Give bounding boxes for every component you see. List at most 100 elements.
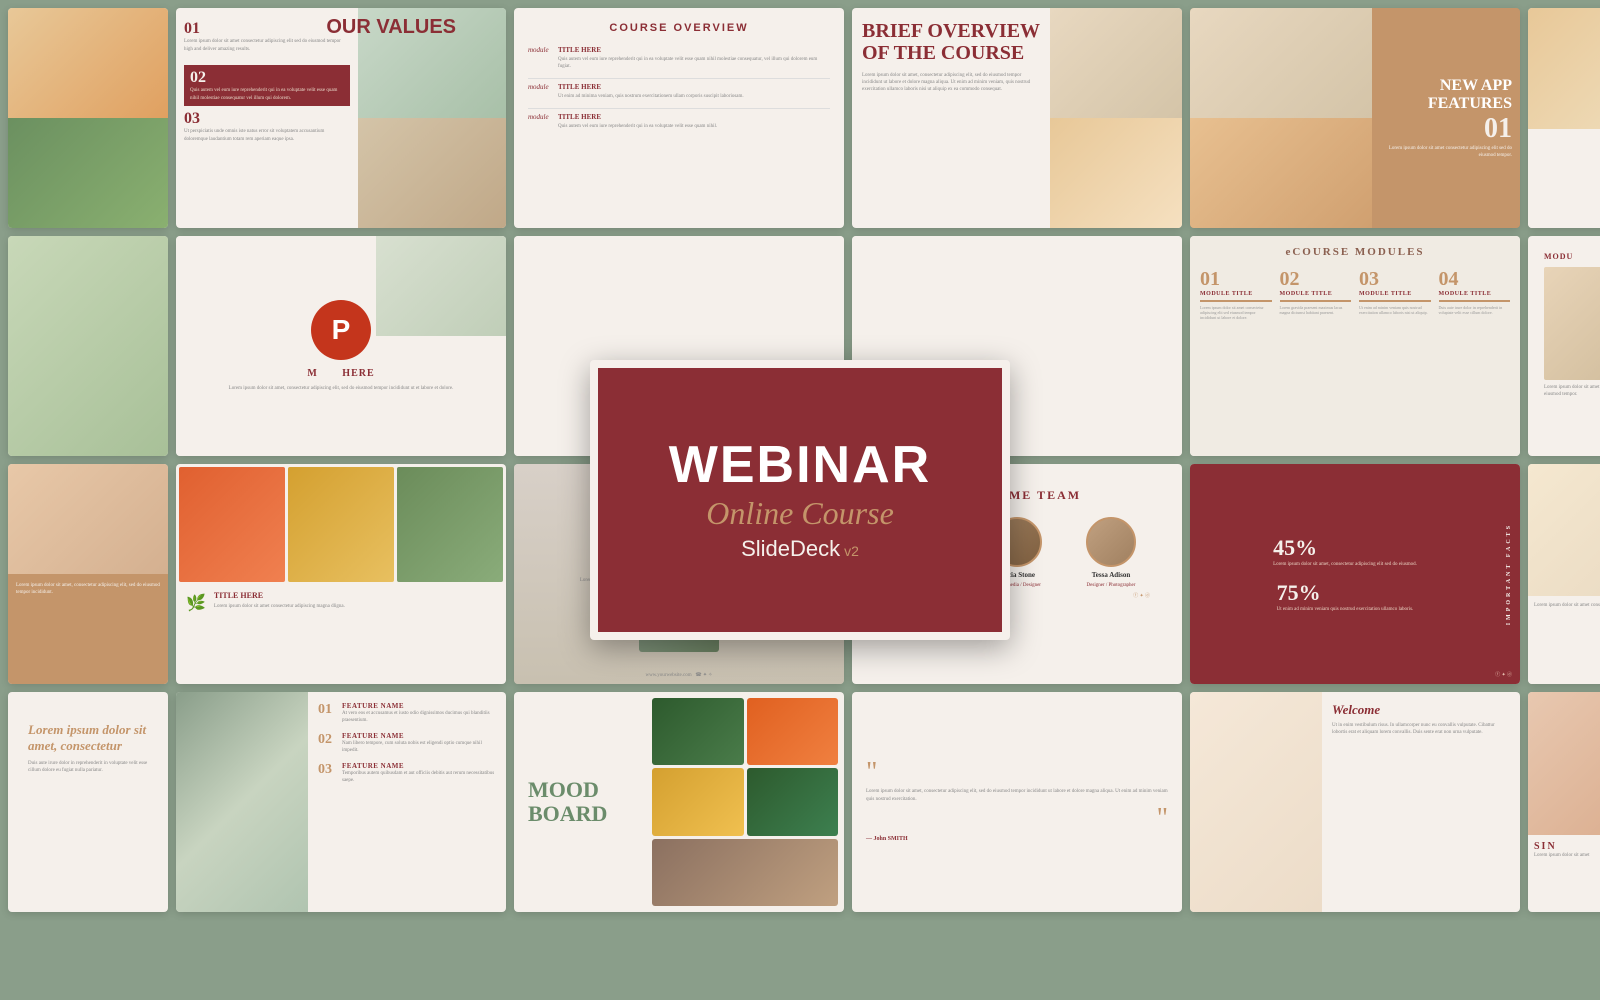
ecourse-mod-num-4: 04 [1439,268,1511,291]
new-app-title: NEW APP FEATURES [1380,77,1513,112]
team-member-3: Tessa Adison Designer / Photographer [1086,517,1136,588]
ecourse-mod-title-2: MODULE TITLE [1280,291,1352,297]
ecourse-mod-desc-3: Ut enim ad minim veniam quis nostrud exe… [1359,305,1431,315]
feature-name-1: FEATURE NAME [342,702,496,710]
value-num-1: 01 [184,20,350,38]
slide-quote: " Lorem ipsum dolor sit amet, consectetu… [852,692,1182,912]
feature-name-3: FEATURE NAME [342,762,496,770]
feature-name-2: FEATURE NAME [342,732,496,740]
feature-num-1: 01 [318,702,342,718]
ecourse-module-3: 03 MODULE TITLE Ut enim ad minim veniam … [1359,268,1431,321]
ecourse-modules-row: 01 MODULE TITLE Lorem ipsum dolor sit am… [1200,268,1510,321]
slide-new-app-features: NEW APP FEATURES 01 Lorem ipsum dolor si… [1190,8,1520,228]
slide-our-values: 01 Lorem ipsum dolor sit amet consectetu… [176,8,506,228]
quote-text: Lorem ipsum dolor sit amet, consectetur … [866,788,1168,804]
module-text-1: Quis autem vel eum iure reprehenderit qu… [558,56,830,70]
member-name-3: Tessa Adison [1092,571,1130,579]
lorem-sub-text: Duis aute irure dolor in reprehenderit i… [28,760,148,774]
powerpoint-letter: P [332,314,351,346]
value-text-1: Lorem ipsum dolor sit amet consectetur a… [184,38,350,53]
module-label-1: module [528,46,558,54]
value-text-3: Ut perspiciatis unde omnis iste natus er… [184,128,350,143]
module-row-1: module TITLE HERE Quis autem vel eum iur… [528,46,830,70]
module-partial-text: Lorem ipsum dolor sit amet consectetur a… [1544,380,1600,402]
feature-num-2: 02 [318,732,342,748]
slide-r2c1-partial [8,236,168,456]
powerpoint-title: M HERE [307,368,374,379]
slide-welcome-orange: Welcome Ut in enim vestibulum risus. In … [1190,692,1520,912]
new-app-num: 01 [1380,113,1513,145]
leaf-icon: 🌿 [186,593,206,613]
brief-overview-body: Lorem ipsum dolor sit amet, consectetur … [862,72,1040,93]
fact-num-1: 45% [1273,535,1417,561]
module-title-3: TITLE HERE [558,113,830,121]
slide-r3c1: Lorem ipsum dolor sit amet, consectetur … [8,464,168,684]
ecourse-module-1: 01 MODULE TITLE Lorem ipsum dolor sit am… [1200,268,1272,321]
module-partial-heading: MODU [1544,252,1600,261]
module-row-2: module TITLE HERE Ut enim ad minima veni… [528,83,830,100]
hand-pen-text: Lorem ipsum dolor sit amet, consectetur … [16,582,160,596]
slide-lorem-text: Lorem ipsum dolor sit amet, consectetur … [8,692,168,912]
value-text-2: Quis autem vel eum iure reprehenderit qu… [190,87,344,102]
welcome-title: Welcome [1332,702,1510,718]
ecourse-mod-num-3: 03 [1359,268,1431,291]
facts-numbers: 45% Lorem ipsum dolor sit amet, consecte… [1273,535,1437,613]
ecourse-module-2: 02 MODULE TITLE Lorem gravida praesent m… [1280,268,1352,321]
slide-r1c6-partial [1528,8,1600,228]
our-values-title: OUR VALUES [326,16,456,38]
slide-mood-board: MOOD BOARD [514,692,844,912]
course-overview-heading: COURSE OVERVIEW [609,22,748,34]
fact-desc-2: Ut enim ad minim veniam quis nostrud exe… [1277,606,1414,613]
slide-powerpoint: P M HERE Lorem ipsum dolor sit amet, con… [176,236,506,456]
fact-desc-1: Lorem ipsum dolor sit amet, consectetur … [1273,561,1417,568]
slide-r3c6: Lorem ipsum dolor sit amet consectetur a… [1528,464,1600,684]
important-facts-title-vertical: IMPORTANT FACTS [1506,464,1512,684]
important-facts-label: IMPORTANT FACTS [1506,523,1512,625]
slide-images-section: 🌿 TITLE HERE Lorem ipsum dolor sit amet … [176,464,506,684]
brief-overview-title: BRIEF OVERVIEW OF THE COURSE [862,20,1040,64]
module-title-2: TITLE HERE [558,83,830,91]
new-app-text: Lorem ipsum dolor sit amet consectetur a… [1380,145,1513,159]
module-title-1: TITLE HERE [558,46,830,54]
module-label-3: module [528,113,558,121]
avatar-3 [1086,517,1136,567]
slide-module-partial: MODU Lorem ipsum dolor sit amet consecte… [1528,236,1600,456]
feature-item-3: 03 FEATURE NAME Temporibus autem quibusd… [318,762,496,784]
images-desc: Lorem ipsum dolor sit amet consectetur a… [214,603,345,610]
sin-title: SIN [1534,841,1600,852]
ecourse-mod-desc-2: Lorem gravida praesent maximus lacus mag… [1280,305,1352,315]
ecourse-module-4: 04 MODULE TITLE Duis aute irure dolor in… [1439,268,1511,321]
lorem-big-text: Lorem ipsum dolor sit amet, consectetur [28,722,148,754]
powerpoint-subtitle: Lorem ipsum dolor sit amet, consectetur … [209,385,474,392]
powerpoint-icon: P [311,300,371,360]
module-row-3: module TITLE HERE Quis autem vel eum iur… [528,113,830,130]
center-version: v2 [844,543,859,559]
slide-brief-overview: BRIEF OVERVIEW OF THE COURSE Lorem ipsum… [852,8,1182,228]
value-num-2: 02 [190,69,344,87]
center-badge: SlideDeck [741,536,840,562]
member-role-3: Designer / Photographer [1087,583,1136,588]
r3c6-text: Lorem ipsum dolor sit amet consectetur a… [1534,602,1600,609]
ecourse-mod-title-3: MODULE TITLE [1359,291,1431,297]
slide-ecourse-modules: eCOURSE MODULES 01 MODULE TITLE Lorem ip… [1190,236,1520,456]
feature-item-1: 01 FEATURE NAME At vero eos et accusamus… [318,702,496,724]
slide-sin: SIN Lorem ipsum dolor sit amet [1528,692,1600,912]
module-text-2: Ut enim ad minima veniam, quis nostrum e… [558,93,830,100]
course-name-footer: www.yourwebsite.com ☎ ✦ ✧ [646,672,713,678]
slide-course-overview: COURSE OVERVIEW module TITLE HERE Quis a… [514,8,844,228]
slide-important-facts: 45% Lorem ipsum dolor sit amet, consecte… [1190,464,1520,684]
quote-close: " [866,808,1168,830]
feature-text-1: At vero eos et accusamus et iusto odio d… [342,710,496,724]
ecourse-heading: eCOURSE MODULES [1200,246,1510,258]
center-feature-slide: WEBINAR Online Course SlideDeck v2 [590,360,1010,640]
quote-open: " [866,762,1168,784]
ecourse-mod-title-1: MODULE TITLE [1200,291,1272,297]
ecourse-mod-desc-4: Duis aute irure dolor in reprehenderit i… [1439,305,1511,315]
feature-item-2: 02 FEATURE NAME Nam libero tempore, cum … [318,732,496,754]
ecourse-mod-num-2: 02 [1280,268,1352,291]
module-label-2: module [528,83,558,91]
welcome-subtitle: Ut in enim vestibulum risus. In ullamcor… [1332,722,1510,736]
slide-feature-list: 01 FEATURE NAME At vero eos et accusamus… [176,692,506,912]
feature-text-3: Temporibus autem quibusdam et aut offici… [342,770,496,784]
slide-r1c1 [8,8,168,228]
